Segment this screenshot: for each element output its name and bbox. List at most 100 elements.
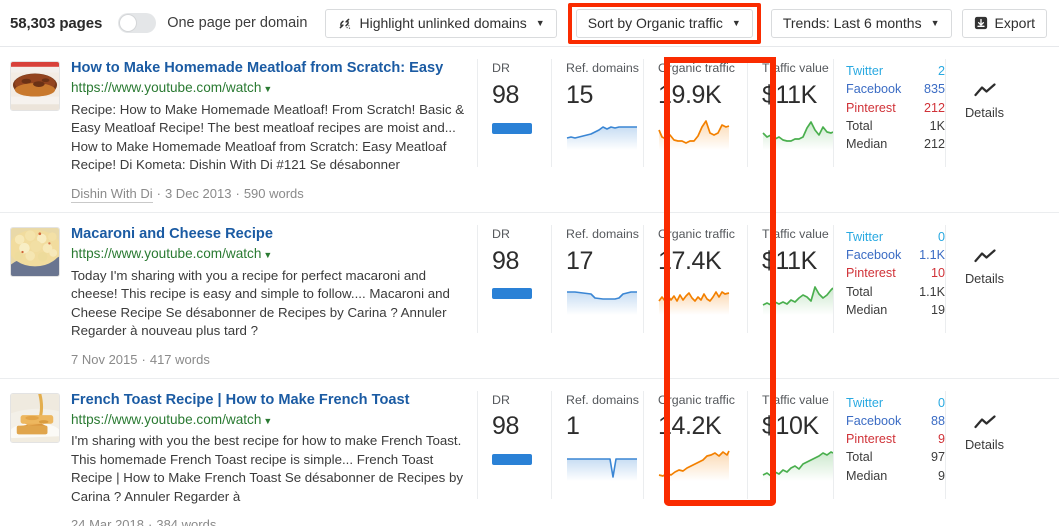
result-url[interactable]: https://www.youtube.com/watch ▼: [71, 245, 467, 263]
social-row-facebook: Facebook 835: [846, 80, 945, 98]
result-author[interactable]: Dishin With Di: [71, 185, 153, 203]
twitter-value: 0: [937, 395, 945, 410]
details-label: Details: [964, 105, 1005, 120]
result-title-link[interactable]: How to Make Homemade Meatloaf from Scrat…: [71, 59, 467, 77]
pinterest-value: 212: [923, 100, 945, 115]
meta-separator: ·: [141, 351, 146, 367]
social-row-twitter: Twitter 2: [846, 62, 945, 80]
sort-button-highlight-wrapper: Sort by Organic traffic ▼: [567, 2, 761, 44]
social-row-median: Median 212: [846, 135, 945, 153]
total-value: 1.1K: [919, 284, 945, 299]
one-page-per-domain-toggle[interactable]: [118, 13, 157, 33]
ref-domains-value: 17: [566, 246, 594, 275]
result-url[interactable]: https://www.youtube.com/watch ▼: [71, 411, 467, 429]
twitter-label: Twitter: [846, 64, 884, 78]
details-label: Details: [964, 270, 1005, 286]
export-button-label: Export: [994, 15, 1035, 31]
organic-traffic-label: Organic traffic: [658, 226, 735, 241]
social-row-pinterest: Pinterest 212: [846, 99, 945, 117]
metrics-group: DR 98 Ref. domains 17 Organic traffic 17…: [477, 224, 1047, 333]
traffic-value-label: Traffic value: [762, 61, 829, 75]
export-button[interactable]: Export: [961, 8, 1047, 38]
trends-range-button[interactable]: Trends: Last 6 months ▼: [770, 8, 952, 38]
metrics-group: DR 98 Ref. domains 1 Organic traffic 14.…: [477, 390, 1047, 499]
macaroni-cheese-thumbnail: [10, 226, 60, 277]
sort-button-label: Sort by Organic traffic: [587, 15, 723, 31]
twitter-label: Twitter: [846, 395, 884, 410]
result-date: 7 Nov 2015: [71, 351, 138, 367]
result-url-text: https://www.youtube.com/watch: [71, 246, 262, 262]
pages-count-label: 58,303 pages: [10, 14, 103, 32]
total-value: 1K: [929, 118, 945, 133]
details-button[interactable]: Details: [946, 227, 1023, 286]
organic-traffic-value: 14.2K: [658, 412, 722, 441]
median-value: 19: [930, 302, 945, 317]
organic-traffic-sparkline: [658, 291, 730, 316]
dr-label: DR: [492, 61, 510, 75]
result-meta: 7 Nov 2015 · 417 words: [71, 352, 467, 378]
highlight-unlinked-domains-button[interactable]: Highlight unlinked domains ▼: [325, 8, 557, 38]
twitter-value: 0: [937, 229, 945, 244]
social-row-twitter: Twitter 0: [846, 394, 945, 412]
chevron-down-icon[interactable]: ▼: [263, 250, 272, 260]
result-url-text: https://www.youtube.com/watch: [71, 411, 262, 427]
result-snippet: Recipe: How to Make Homemade Meatloaf! F…: [71, 101, 465, 173]
result-url[interactable]: https://www.youtube.com/watch ▼: [71, 79, 467, 97]
ahrefs-top-pages-screen: 58,303 pages One page per domain Highlig…: [0, 0, 1059, 526]
details-button[interactable]: Details: [946, 393, 1023, 452]
result-word-count: 417 words: [149, 351, 210, 367]
dr-label: DR: [492, 226, 510, 241]
chevron-down-icon[interactable]: ▼: [263, 84, 272, 94]
total-label: Total: [846, 450, 873, 465]
result-meta: 24 Mar 2018 · 384 words: [71, 517, 467, 526]
social-row-facebook: Facebook 1.1K: [846, 246, 945, 264]
result-info: French Toast Recipe | How to Make French…: [71, 391, 477, 526]
metric-cell-social-shares: Twitter 0 Facebook 88 Pinterest 9 Total …: [833, 390, 945, 499]
organic-traffic-label: Organic traffic: [658, 61, 735, 75]
median-value: 9: [937, 468, 945, 483]
sort-by-organic-traffic-button[interactable]: Sort by Organic traffic ▼: [575, 8, 753, 38]
total-label: Total: [846, 118, 873, 133]
result-word-count: 384 words: [156, 517, 217, 526]
dr-bar: [492, 288, 532, 300]
meta-separator: ·: [148, 517, 153, 526]
results-list: How to Make Homemade Meatloaf from Scrat…: [0, 47, 1059, 526]
traffic-value-sparkline: [762, 286, 834, 316]
metric-cell-traffic-value: Traffic value $11K: [747, 224, 834, 333]
meta-separator: ·: [156, 185, 161, 201]
social-row-pinterest: Pinterest 10: [846, 264, 945, 282]
ref-domains-value: 1: [566, 412, 580, 441]
facebook-value: 1.1K: [919, 248, 945, 263]
result-snippet: Today I'm sharing with you a recipe for …: [71, 267, 450, 339]
traffic-value-value: $10K: [762, 412, 819, 441]
organic-traffic-value: 19.9K: [658, 80, 722, 109]
table-row: Macaroni and Cheese Recipe https://www.y…: [0, 213, 1059, 379]
metric-cell-traffic-value: Traffic value $10K: [747, 390, 834, 499]
meta-separator: ·: [235, 185, 240, 201]
chevron-down-icon: ▼: [930, 17, 940, 28]
details-button[interactable]: Details: [946, 61, 1023, 120]
pinterest-label: Pinterest: [846, 266, 896, 281]
metric-cell-organic-traffic: Organic traffic 17.4K: [643, 224, 747, 333]
chevron-down-icon[interactable]: ▼: [263, 416, 272, 426]
median-label: Median: [846, 468, 888, 483]
result-meta: Dishin With Di · 3 Dec 2013 · 590 words: [71, 185, 467, 212]
organic-traffic-value: 17.4K: [658, 246, 722, 275]
traffic-value-sparkline: [762, 120, 834, 150]
organic-traffic-sparkline: [658, 119, 730, 150]
metric-cell-ref-domains: Ref. domains 15: [551, 59, 643, 167]
result-title-link[interactable]: Macaroni and Cheese Recipe: [71, 225, 467, 243]
dr-value: 98: [492, 80, 520, 109]
organic-traffic-sparkline: [658, 450, 730, 482]
metric-cell-social-shares: Twitter 2 Facebook 835 Pinterest 212 Tot…: [833, 59, 945, 167]
twitter-value: 2: [937, 64, 945, 78]
trend-line-icon: [973, 249, 996, 262]
metric-cell-dr: DR 98: [477, 59, 551, 167]
dr-value: 98: [492, 412, 520, 441]
result-info: How to Make Homemade Meatloaf from Scrat…: [71, 59, 477, 212]
result-date: 3 Dec 2013: [164, 185, 232, 201]
result-title-link[interactable]: French Toast Recipe | How to Make French…: [71, 391, 467, 409]
table-row: How to Make Homemade Meatloaf from Scrat…: [0, 47, 1059, 213]
facebook-label: Facebook: [846, 413, 902, 428]
facebook-label: Facebook: [846, 248, 902, 263]
